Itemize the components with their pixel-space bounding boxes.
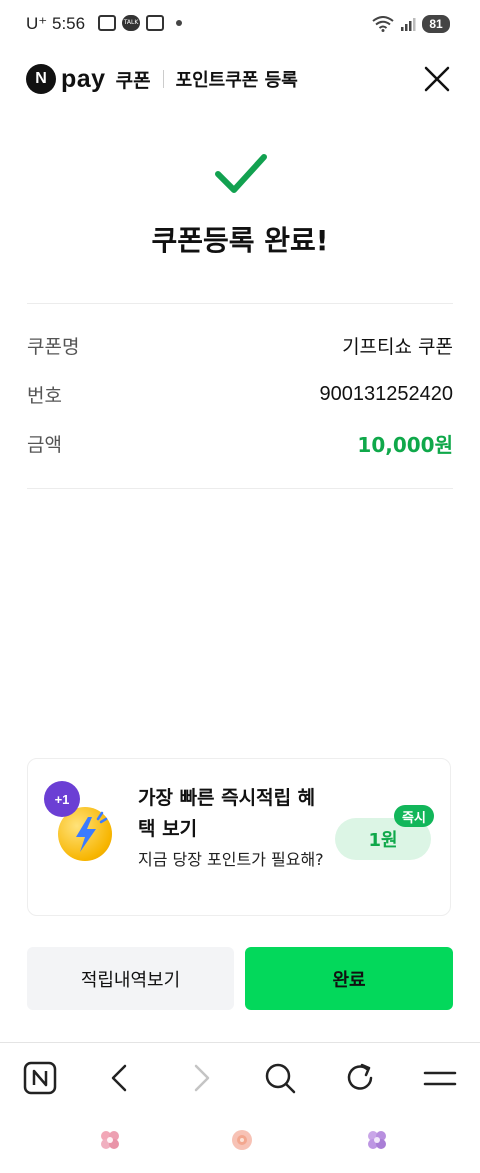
promo-title: 가장 빠른 즉시적립 혜택 보기 bbox=[138, 787, 316, 840]
brand: N pay 쿠폰 포인트쿠폰 등록 bbox=[26, 64, 298, 94]
header-divider bbox=[162, 70, 164, 88]
recent-apps-icon[interactable] bbox=[98, 1128, 122, 1152]
detail-label: 금액 bbox=[27, 433, 62, 456]
success-title: 쿠폰등록 완료! bbox=[151, 224, 329, 257]
browser-toolbar bbox=[0, 1042, 480, 1111]
view-history-button[interactable]: 적립내역보기 bbox=[27, 947, 234, 1010]
promo-illustration: +1 bbox=[44, 781, 116, 861]
system-navigation-bar bbox=[0, 1110, 480, 1173]
wifi-icon bbox=[372, 16, 394, 32]
signal-icon bbox=[401, 18, 416, 31]
clock: 5:56 bbox=[51, 14, 86, 33]
naver-logo-icon: N bbox=[26, 64, 56, 94]
search-icon[interactable] bbox=[263, 1061, 297, 1095]
naver-home-icon[interactable] bbox=[23, 1061, 57, 1095]
notification-icons: TALK bbox=[98, 15, 182, 31]
divider bbox=[27, 488, 453, 489]
detail-label: 번호 bbox=[27, 384, 62, 407]
instant-badge: 즉시 bbox=[394, 805, 434, 827]
promo-subtitle: 지금 당장 포인트가 필요해? bbox=[138, 850, 324, 869]
status-bar: U⁺ 5:56 TALK 81 bbox=[0, 0, 480, 52]
battery-indicator: 81 bbox=[422, 15, 450, 33]
more-notifications-dot bbox=[176, 20, 182, 26]
screenshot-icon bbox=[98, 15, 116, 31]
detail-label: 쿠폰명 bbox=[27, 335, 80, 358]
menu-icon[interactable] bbox=[423, 1061, 457, 1095]
detail-row-coupon-name: 쿠폰명 기프티쇼 쿠폰 bbox=[27, 330, 453, 360]
status-time: U⁺ 5:56 bbox=[26, 14, 85, 34]
detail-value: 900131252420 bbox=[319, 382, 453, 405]
brand-section: 쿠폰 bbox=[115, 69, 151, 92]
instant-reward-promo-card[interactable]: +1 가장 빠른 즉시적립 혜택 보기 지금 당장 포인트가 필요해? 1원 즉… bbox=[27, 758, 451, 916]
kakaotalk-icon: TALK bbox=[122, 15, 140, 31]
system-status-icons: 81 bbox=[372, 15, 450, 33]
back-icon[interactable] bbox=[103, 1061, 137, 1095]
home-icon[interactable] bbox=[230, 1128, 254, 1152]
detail-row-amount: 금액 10,000원 bbox=[27, 428, 453, 458]
amount-value: 10,000원 bbox=[357, 432, 453, 457]
pay-wordmark: pay bbox=[61, 64, 106, 93]
divider bbox=[27, 303, 453, 304]
forward-icon[interactable] bbox=[184, 1061, 218, 1095]
carrier-label: U⁺ bbox=[26, 14, 48, 33]
calendar-icon bbox=[146, 15, 164, 31]
detail-row-number: 번호 900131252420 bbox=[27, 379, 453, 409]
page-header: N pay 쿠폰 포인트쿠폰 등록 bbox=[0, 52, 480, 106]
plus-badge: +1 bbox=[44, 781, 80, 817]
close-icon[interactable] bbox=[422, 64, 452, 94]
refresh-icon[interactable] bbox=[343, 1061, 377, 1095]
detail-value: 기프티쇼 쿠폰 bbox=[342, 335, 453, 358]
back-nav-icon[interactable] bbox=[365, 1128, 389, 1152]
done-button[interactable]: 완료 bbox=[245, 947, 453, 1010]
check-icon bbox=[215, 154, 267, 193]
page-title: 포인트쿠폰 등록 bbox=[175, 70, 298, 91]
